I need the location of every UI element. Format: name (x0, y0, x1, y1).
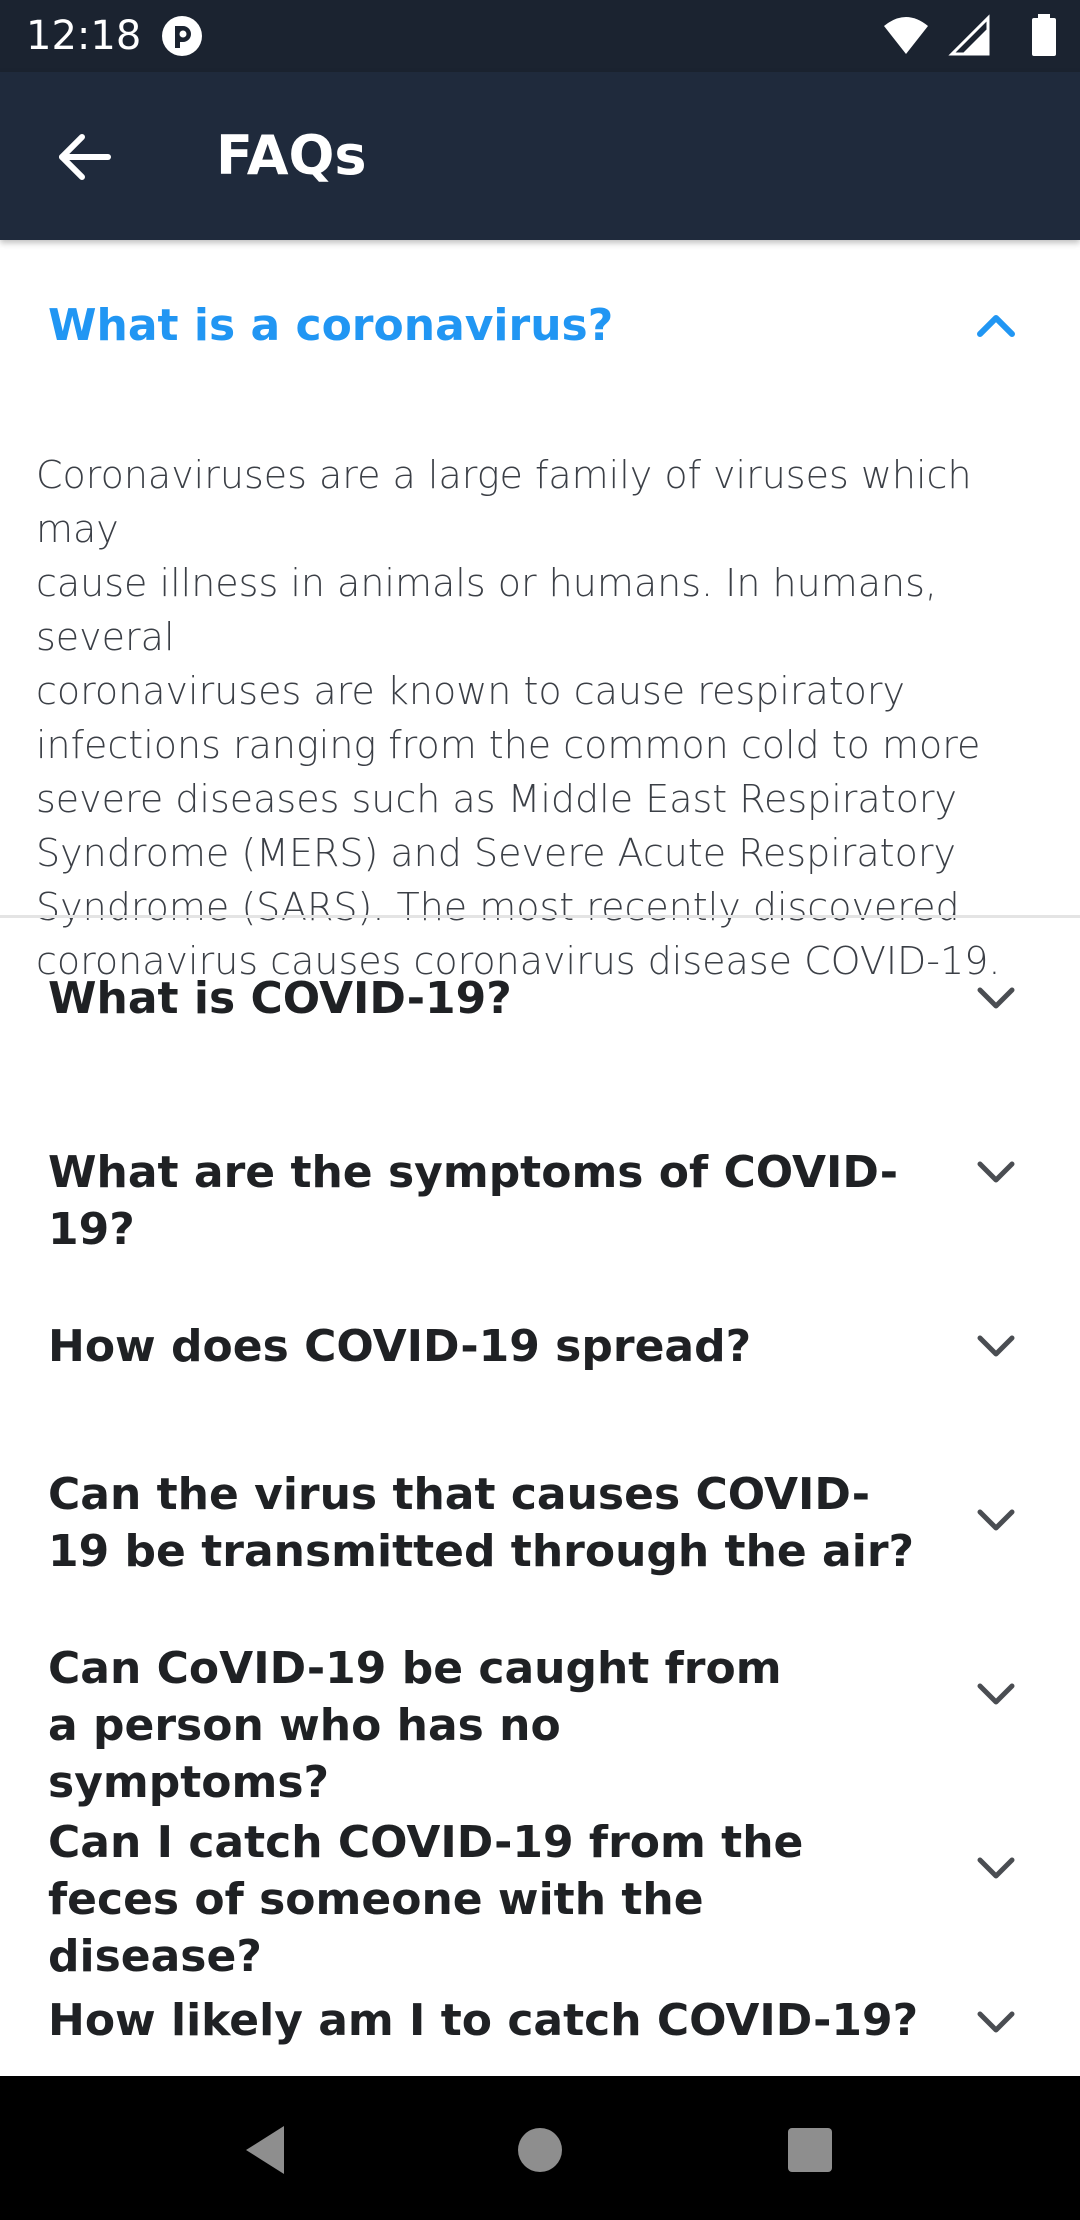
faq-question: Can the virus that causes COVID-19 be tr… (48, 1469, 915, 1577)
chevron-down-icon[interactable] (972, 974, 1020, 1022)
faq-item[interactable]: What is COVID-19? (0, 918, 1080, 1092)
battery-icon (1032, 14, 1056, 56)
wifi-icon (884, 17, 928, 54)
faq-question: What are the symptoms of COVID-19? (48, 1147, 899, 1255)
chevron-down-icon[interactable] (972, 1670, 1020, 1718)
faq-answer: Coronaviruses are a large family of viru… (36, 453, 1001, 983)
system-nav-bar (0, 2076, 1080, 2220)
app-notification-icon (162, 16, 202, 56)
nav-recents-icon[interactable] (780, 2120, 840, 2180)
chevron-down-icon[interactable] (972, 1844, 1020, 1892)
faq-item-expanded-header[interactable]: What is a coronavirus? (0, 240, 1080, 410)
faq-question: What is a coronavirus? (48, 300, 614, 351)
cellular-signal-icon (948, 14, 990, 56)
chevron-down-icon[interactable] (972, 1148, 1020, 1196)
chevron-down-icon[interactable] (972, 1322, 1020, 1370)
faq-question: How likely am I to catch COVID-19? (48, 1995, 919, 2046)
chevron-up-icon[interactable] (972, 302, 1020, 350)
app-bar: FAQs (0, 72, 1080, 240)
faq-item[interactable]: Can CoVID-19 be caught from a person who… (0, 1614, 1080, 1808)
faq-item[interactable]: Can I catch COVID-19 from the feces of s… (0, 1788, 1080, 1982)
nav-home-icon[interactable] (510, 2120, 570, 2180)
faq-question: Can I catch COVID-19 from the feces of s… (48, 1817, 804, 1982)
faq-item[interactable]: Can the virus that causes COVID-19 be tr… (0, 1440, 1080, 1614)
arrow-left-icon (59, 134, 111, 180)
page-title: FAQs (216, 124, 367, 187)
chevron-down-icon[interactable] (972, 1998, 1020, 2046)
faq-list: What is a coronavirus? Coronaviruses are… (0, 240, 1080, 2076)
faq-item[interactable]: What are the symptoms of COVID-19? (0, 1092, 1080, 1266)
chevron-down-icon[interactable] (972, 1496, 1020, 1544)
faq-question: What is COVID-19? (48, 973, 512, 1024)
faq-question: How does COVID-19 spread? (48, 1321, 752, 1372)
nav-back-icon[interactable] (236, 2120, 296, 2180)
status-time: 12:18 (26, 13, 142, 59)
faq-item[interactable]: How likely am I to catch COVID-19? (0, 1962, 1080, 2076)
faq-question: Can CoVID-19 be caught from a person who… (48, 1643, 782, 1808)
back-button[interactable] (40, 122, 130, 192)
status-bar: 12:18 (0, 0, 1080, 72)
faq-item[interactable]: How does COVID-19 spread? (0, 1266, 1080, 1440)
